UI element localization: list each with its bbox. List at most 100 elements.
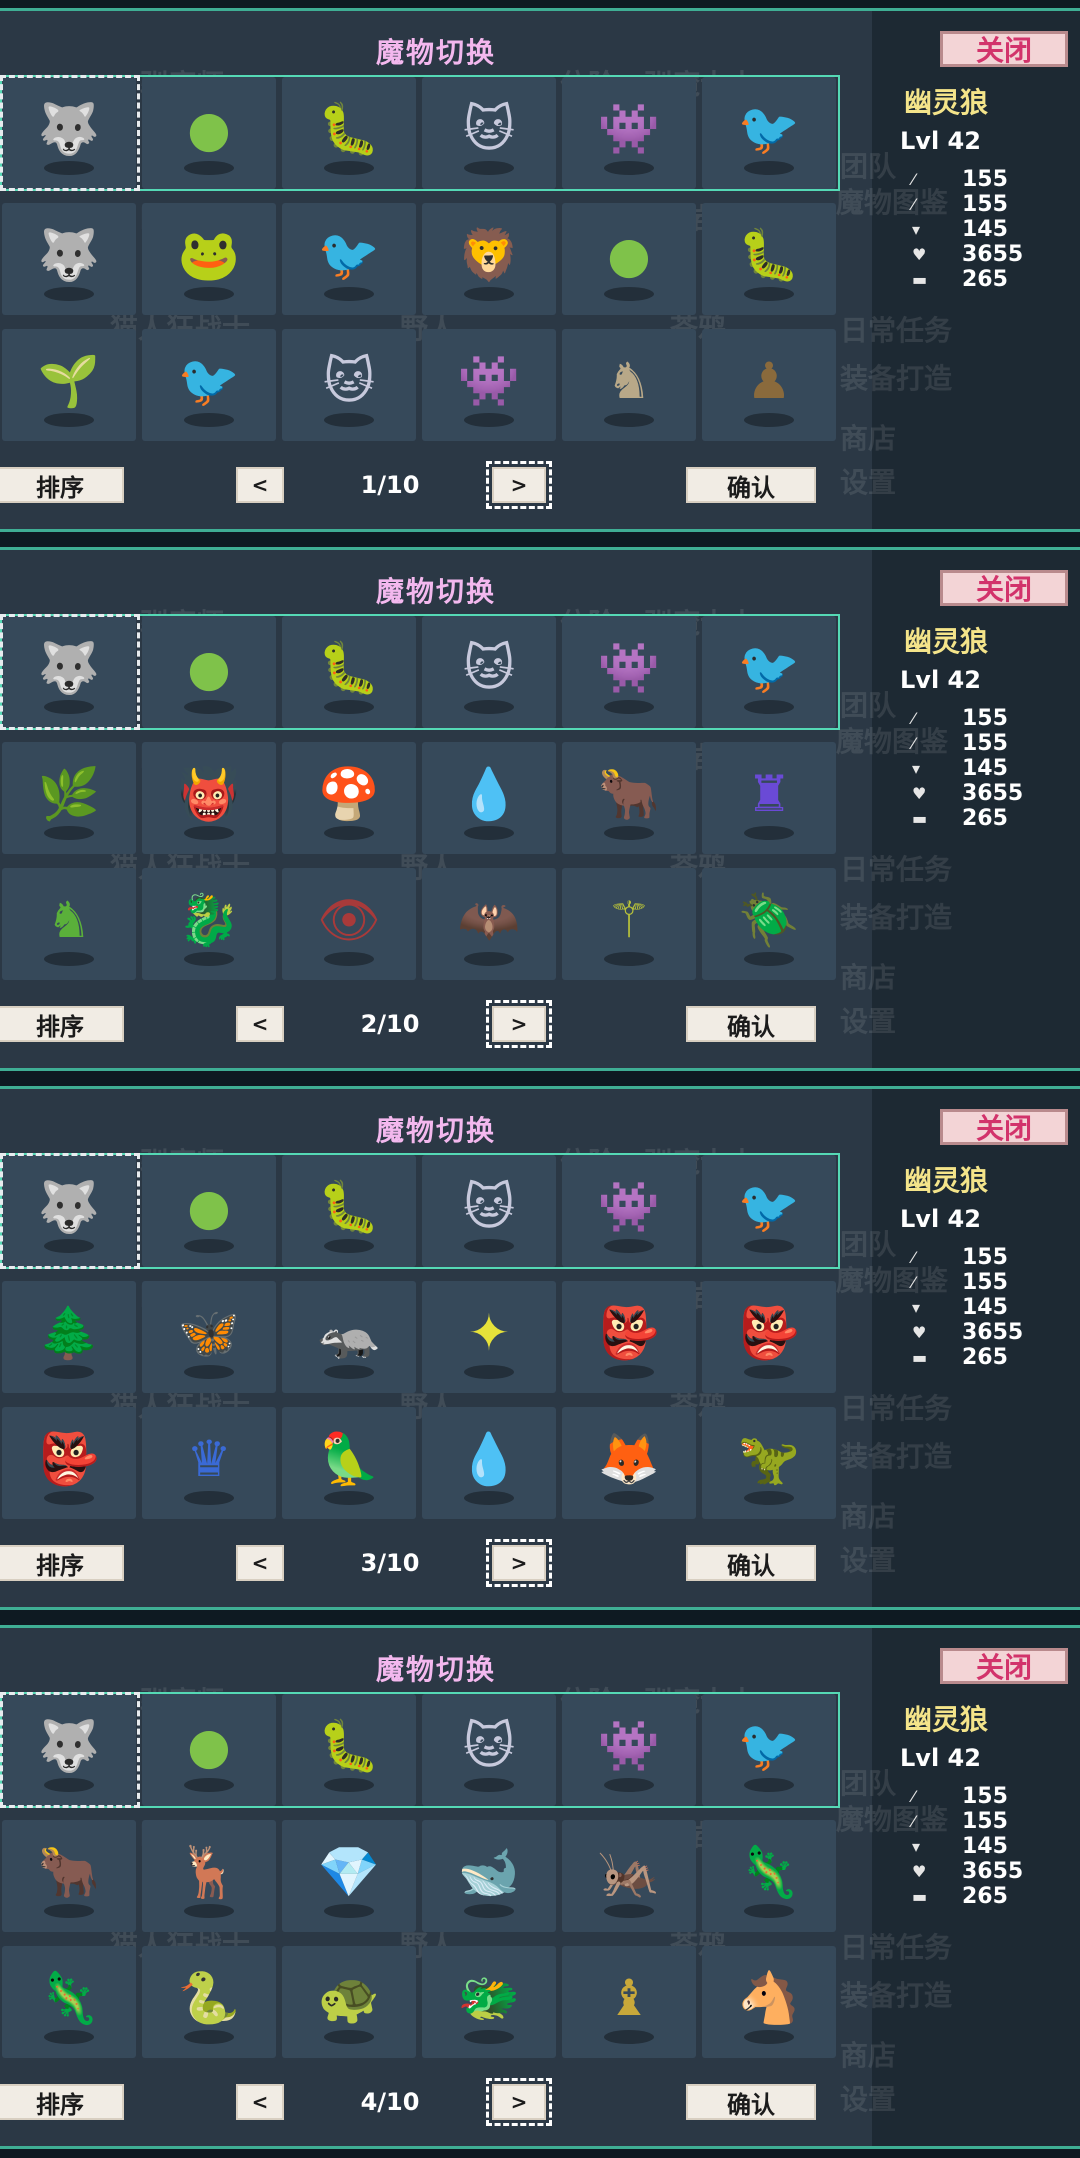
monster-slot[interactable]: 🐦 [282,203,416,315]
monster-slot[interactable]: 🦌 [142,1820,276,1932]
sort-button[interactable]: 排序 [0,2084,124,2120]
team-slot[interactable]: 🐛 [282,1155,416,1267]
monster-slot[interactable]: 🐺 [2,203,136,315]
monster-slot[interactable]: ♝ [562,1946,696,2058]
monster-slot[interactable]: 👺 [702,1281,836,1393]
monster-slot[interactable]: 🐢 [282,1946,416,2058]
monster-slot[interactable]: 👾 [422,329,556,441]
monster-slot[interactable]: 🌱 [2,329,136,441]
next-page-button[interactable]: > [486,1539,552,1587]
monster-slot[interactable]: 🦜 [282,1407,416,1519]
confirm-button[interactable]: 确认 [686,1545,816,1581]
sprite-shadow [604,287,654,301]
close-button[interactable]: 关闭 [940,1109,1068,1145]
yeti-icon: 👾 [597,639,661,697]
monster-slot[interactable]: 🐍 [142,1946,276,2058]
team-slot[interactable]: 🐛 [282,1694,416,1806]
monster-slot[interactable]: 🐛 [702,203,836,315]
monster-slot[interactable]: 💧 [422,1407,556,1519]
confirm-button[interactable]: 确认 [686,2084,816,2120]
monster-slot[interactable]: ♟ [702,329,836,441]
monster-slot[interactable]: 🐂 [2,1820,136,1932]
monster-slot[interactable]: ♞ [562,329,696,441]
close-button[interactable]: 关闭 [940,31,1068,67]
team-slot[interactable]: 🐦 [702,77,836,189]
monster-slot[interactable]: ✦ [422,1281,556,1393]
monster-slot[interactable]: 🦎 [702,1820,836,1932]
sort-button[interactable]: 排序 [0,467,124,503]
team-slot[interactable]: 🐦 [702,1155,836,1267]
monster-slot[interactable]: 🐴 [702,1946,836,2058]
prev-page-button[interactable]: < [236,467,284,503]
monster-slot[interactable]: 🦡 [282,1281,416,1393]
monster-slot[interactable]: 🍄 [282,742,416,854]
team-slot[interactable]: 🐺 [2,77,136,189]
confirm-button[interactable]: 确认 [686,467,816,503]
white-fox-icon: 🦊 [597,1430,661,1488]
team-slot[interactable]: 👾 [562,616,696,728]
lava-worm-icon: 🐛 [737,226,801,284]
fire-moth-icon: 🦋 [177,1304,241,1362]
team-slot[interactable]: 🐱 [422,1694,556,1806]
team-slot[interactable]: 🐱 [422,1155,556,1267]
monster-slot[interactable]: 🌿 [2,742,136,854]
team-slot[interactable]: 👾 [562,77,696,189]
team-slot[interactable]: ● [142,616,276,728]
monster-slot[interactable]: 💧 [422,742,556,854]
team-slot[interactable]: ● [142,77,276,189]
team-slot[interactable]: 🐱 [422,77,556,189]
monster-slot[interactable]: ♛ [142,1407,276,1519]
monster-slot[interactable]: 👹 [142,742,276,854]
monster-slot[interactable]: 💎 [282,1820,416,1932]
confirm-button[interactable]: 确认 [686,1006,816,1042]
team-slot[interactable]: 👾 [562,1694,696,1806]
monster-slot[interactable]: 🐋 [422,1820,556,1932]
monster-slot[interactable]: 👺 [2,1407,136,1519]
monster-slot[interactable]: 👁 [282,868,416,980]
sort-button[interactable]: 排序 [0,1006,124,1042]
prev-page-button[interactable]: < [236,1006,284,1042]
monster-slot[interactable]: 🐂 [562,742,696,854]
monster-slot[interactable]: 🐱 [282,329,416,441]
monster-slot[interactable]: ♜ [702,742,836,854]
monster-slot[interactable]: 🐦 [142,329,276,441]
monster-slot[interactable]: 🦁 [422,203,556,315]
monster-slot[interactable]: ♞ [2,868,136,980]
team-slot[interactable]: 🐦 [702,616,836,728]
wand-icon: ⁄ [912,194,915,214]
team-slot[interactable]: 🐺 [2,1694,136,1806]
monster-slot[interactable]: 🌲 [2,1281,136,1393]
monster-slot[interactable]: 🦇 [422,868,556,980]
next-page-button[interactable]: > [486,461,552,509]
team-slot[interactable]: 🐦 [702,1694,836,1806]
team-slot[interactable]: 🐛 [282,77,416,189]
team-slot[interactable]: 🐺 [2,1155,136,1267]
team-slot[interactable]: 🐱 [422,616,556,728]
team-slot[interactable]: 🐺 [2,616,136,728]
monster-slot[interactable]: 🦎 [2,1946,136,2058]
next-page-button[interactable]: > [486,1000,552,1048]
prev-page-button[interactable]: < [236,1545,284,1581]
monster-slot[interactable]: 🦗 [562,1820,696,1932]
close-button[interactable]: 关闭 [940,570,1068,606]
team-slot[interactable]: ● [142,1694,276,1806]
team-slot[interactable]: 🐛 [282,616,416,728]
team-slot[interactable]: ● [142,1155,276,1267]
monster-slot[interactable]: 🦖 [702,1407,836,1519]
prev-page-button[interactable]: < [236,2084,284,2120]
sort-button[interactable]: 排序 [0,1545,124,1581]
close-button[interactable]: 关闭 [940,1648,1068,1684]
next-page-button[interactable]: > [486,2078,552,2126]
team-slot[interactable]: 👾 [562,1155,696,1267]
monster-slot[interactable]: 👺 [562,1281,696,1393]
monster-slot[interactable]: 🪲 [702,868,836,980]
monster-slot[interactable]: ● [562,203,696,315]
red-mask-ghost-icon: 👹 [177,765,241,823]
sprite-shadow [744,952,794,966]
monster-slot[interactable]: 🐸 [142,203,276,315]
monster-slot[interactable]: ⚚ [562,868,696,980]
monster-slot[interactable]: 🐉 [142,868,276,980]
monster-slot[interactable]: 🦋 [142,1281,276,1393]
monster-slot[interactable]: 🐲 [422,1946,556,2058]
monster-slot[interactable]: 🦊 [562,1407,696,1519]
